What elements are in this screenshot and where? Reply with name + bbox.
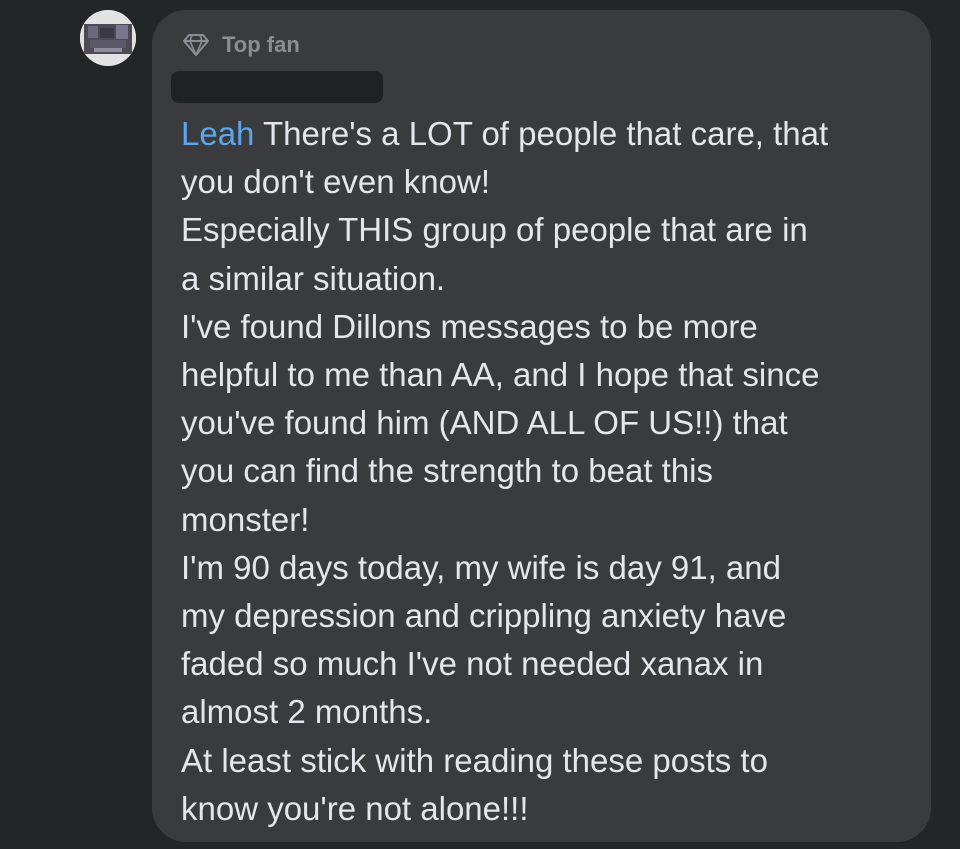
badge-label: Top fan	[222, 32, 300, 57]
comment-line: helpful to me than AA, and I hope that s…	[181, 356, 820, 394]
comment-line: I'm 90 days today, my wife is day 91, an…	[181, 548, 781, 586]
comment-line: you've found him (AND ALL OF US!!) that	[181, 404, 788, 442]
comment-line: a similar situation.	[181, 259, 446, 297]
comment-line: At least stick with reading these posts …	[181, 741, 768, 779]
comment-line: Leah There's a LOT of people that care, …	[181, 110, 921, 158]
comment-line: you can find the strength to beat this	[181, 452, 714, 490]
comment-line: monster!	[181, 500, 310, 538]
comment-line: I've found Dillons messages to be more	[181, 307, 758, 345]
comment-line: know you're not alone!!!	[181, 789, 529, 827]
comment-text: Leah There's a LOT of people that care, …	[181, 110, 921, 833]
top-fan-badge[interactable]: Top fan	[182, 32, 300, 58]
comment-line-text: There's a LOT of people that care, that	[254, 115, 829, 152]
comment-line: almost 2 months.	[181, 693, 433, 731]
commenter-avatar[interactable]	[80, 10, 136, 66]
diamond-icon	[182, 33, 210, 57]
comment-bubble: Top fan Leah There's a LOT of people tha…	[152, 10, 931, 842]
mention-link[interactable]: Leah	[181, 115, 254, 152]
author-name-redacted[interactable]	[171, 71, 383, 103]
comment-line: faded so much I've not needed xanax in	[181, 645, 764, 683]
comment-line: Especially THIS group of people that are…	[181, 211, 808, 249]
comment-line: my depression and crippling anxiety have	[181, 597, 787, 635]
comment-line: you don't even know!	[181, 163, 491, 201]
avatar-image	[80, 10, 136, 66]
